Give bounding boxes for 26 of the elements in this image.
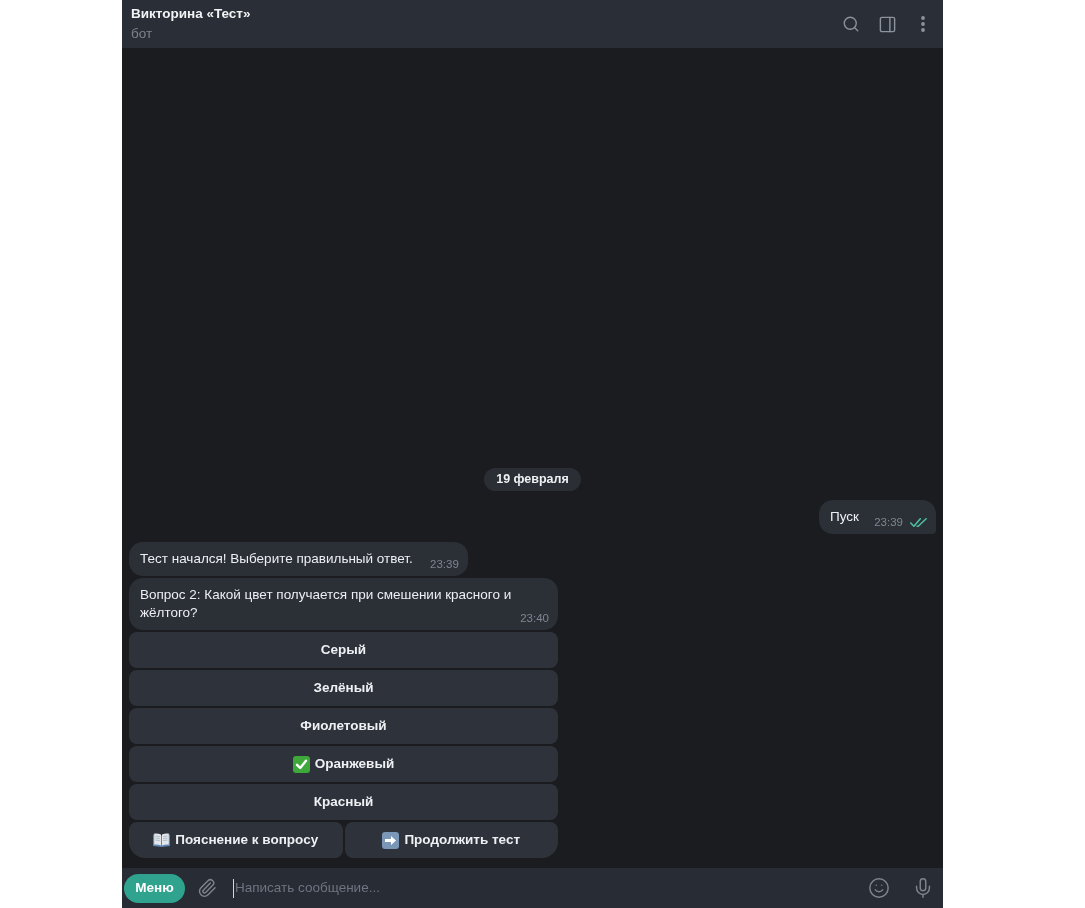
more-icon [921, 16, 925, 32]
paperclip-icon [197, 878, 217, 898]
message-input[interactable]: Написать сообщение... [233, 878, 859, 898]
chat-subtitle: бот [131, 25, 154, 43]
message-time: 23:39 [430, 557, 459, 572]
search-icon [842, 15, 860, 33]
message-text: Тест начался! Выберите правильный ответ. [140, 551, 413, 566]
answer-button[interactable]: Красный [129, 784, 558, 820]
answer-button[interactable]: Серый [129, 632, 558, 668]
keyboard-button[interactable]: Пояснение к вопросу [129, 822, 343, 858]
answer-button[interactable]: Оранжевый [129, 746, 558, 782]
message-text: Пуск [830, 509, 859, 524]
answer-button[interactable]: Фиолетовый [129, 708, 558, 744]
message-time: 23:39 [874, 515, 903, 530]
message-time: 23:40 [520, 611, 549, 626]
emoji-button[interactable] [867, 876, 891, 900]
side-panel-icon [877, 14, 897, 34]
message-text: Вопрос 2: Какой цвет получается при смешении красного и жёлтого? [140, 587, 512, 620]
chat-title: Викторина «Тест» [131, 5, 251, 23]
smiley-icon [868, 877, 890, 899]
check-mark-icon [292, 755, 310, 773]
attach-button[interactable] [196, 876, 218, 900]
open-book-icon [153, 833, 171, 847]
answer-button[interactable]: Зелёный [129, 670, 558, 706]
date-badge: 19 февраля [484, 468, 581, 491]
keyboard-button[interactable]: Продолжить тест [344, 822, 558, 858]
